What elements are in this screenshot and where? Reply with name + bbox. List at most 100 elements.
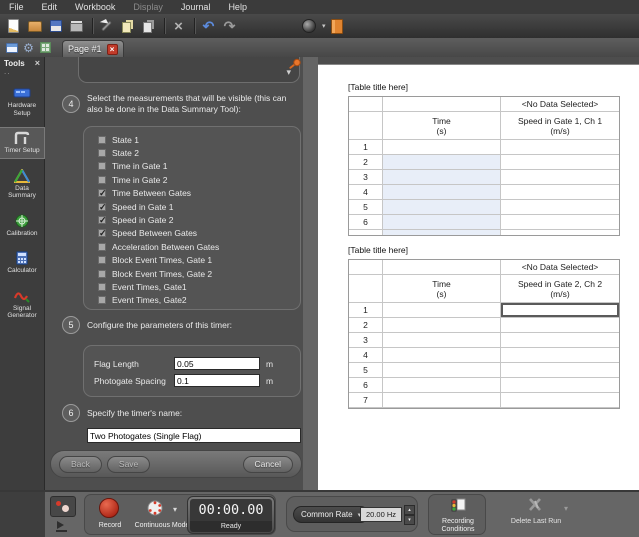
speed-cell[interactable] bbox=[501, 363, 619, 378]
sidebar-item-hardware-setup[interactable]: Hardware Setup bbox=[0, 83, 44, 120]
checkbox-icon[interactable] bbox=[98, 283, 106, 291]
speed-cell[interactable] bbox=[501, 155, 619, 170]
time-cell[interactable] bbox=[383, 140, 501, 155]
sidebar-item-signal-generator[interactable]: Signal Generator bbox=[0, 286, 44, 323]
checkbox-icon[interactable] bbox=[98, 270, 106, 278]
journal-icon[interactable] bbox=[328, 17, 347, 36]
menu-item[interactable]: Edit bbox=[33, 0, 67, 14]
pin-icon[interactable] bbox=[288, 58, 302, 71]
journal-tools-icon[interactable] bbox=[97, 17, 116, 36]
tools-drag-handle[interactable]: .. bbox=[0, 69, 44, 75]
tools-close-icon[interactable]: × bbox=[35, 58, 40, 68]
continuous-mode-icon[interactable] bbox=[147, 500, 163, 516]
tab-close-icon[interactable]: × bbox=[107, 44, 118, 55]
table-1-speed-header[interactable]: Speed in Gate 1, Ch 1(m/s) bbox=[501, 112, 619, 140]
speed-cell[interactable] bbox=[501, 318, 619, 333]
table-2-caption[interactable]: [Table title here] bbox=[348, 245, 620, 255]
checkbox-icon[interactable] bbox=[98, 176, 106, 184]
speed-cell[interactable] bbox=[501, 393, 619, 408]
snapshot-icon[interactable] bbox=[299, 17, 318, 36]
measurement-row[interactable]: Speed in Gate 2 bbox=[98, 213, 300, 226]
table-1-caption[interactable]: [Table title here] bbox=[348, 82, 620, 92]
measurement-row[interactable]: Event Times, Gate2 bbox=[98, 294, 300, 307]
sidebar-item-calibration[interactable]: Calibration bbox=[0, 211, 44, 241]
speed-cell[interactable] bbox=[501, 333, 619, 348]
speed-cell[interactable] bbox=[501, 185, 619, 200]
speed-cell[interactable] bbox=[501, 378, 619, 393]
layout-grid-icon[interactable] bbox=[39, 41, 52, 54]
sidebar-item-data-summary[interactable]: Data Summary bbox=[0, 166, 44, 203]
menu-item[interactable]: Journal bbox=[172, 0, 220, 14]
time-cell[interactable] bbox=[383, 363, 501, 378]
measurement-row[interactable]: Acceleration Between Gates bbox=[98, 240, 300, 253]
snapshot-caret-icon[interactable]: ▾ bbox=[322, 22, 326, 30]
menu-item[interactable]: Workbook bbox=[66, 0, 124, 14]
new-page-icon[interactable] bbox=[5, 41, 18, 54]
menu-item[interactable]: File bbox=[0, 0, 33, 14]
measurement-row[interactable]: Time in Gate 1 bbox=[98, 160, 300, 173]
record-button[interactable] bbox=[99, 498, 119, 518]
checkbox-icon[interactable] bbox=[98, 162, 106, 170]
checkbox-icon[interactable] bbox=[98, 136, 106, 144]
measurement-row[interactable]: Speed in Gate 1 bbox=[98, 200, 300, 213]
menu-item[interactable]: Help bbox=[219, 0, 256, 14]
speed-cell[interactable] bbox=[501, 140, 619, 155]
measurement-row[interactable]: Block Event Times, Gate 1 bbox=[98, 254, 300, 267]
time-cell[interactable] bbox=[383, 318, 501, 333]
open-folder-icon[interactable] bbox=[25, 17, 44, 36]
speed-cell[interactable] bbox=[501, 215, 619, 230]
speed-cell[interactable] bbox=[501, 303, 619, 318]
copy-icon[interactable] bbox=[118, 17, 137, 36]
measurement-row[interactable]: State 1 bbox=[98, 133, 300, 146]
table-2-time-header[interactable]: Time(s) bbox=[383, 275, 501, 303]
sidebar-item-calculator[interactable]: Calculator bbox=[0, 248, 44, 278]
delete-run-caret-icon[interactable]: ▾ bbox=[564, 504, 568, 513]
undo-icon[interactable]: ↶ bbox=[199, 17, 218, 36]
table-1-time-header[interactable]: Time(s) bbox=[383, 112, 501, 140]
paste-icon[interactable] bbox=[139, 17, 158, 36]
time-cell[interactable] bbox=[383, 378, 501, 393]
mode-caret-icon[interactable]: ▾ bbox=[173, 505, 177, 514]
checkbox-icon[interactable] bbox=[98, 229, 106, 237]
checkbox-icon[interactable] bbox=[98, 256, 106, 264]
gear-icon[interactable]: ⚙ bbox=[22, 41, 35, 54]
print-icon[interactable] bbox=[67, 17, 86, 36]
rate-selector-button[interactable]: Common Rate ▾ bbox=[293, 506, 369, 523]
table-2-speed-header[interactable]: Speed in Gate 2, Ch 2(m/s) bbox=[501, 275, 619, 303]
menu-item[interactable]: Display bbox=[124, 0, 172, 14]
sidebar-item-timer-setup[interactable]: Timer Setup bbox=[0, 128, 44, 158]
new-document-icon[interactable] bbox=[4, 17, 23, 36]
measurement-row[interactable]: State 2 bbox=[98, 146, 300, 159]
time-cell[interactable] bbox=[383, 185, 501, 200]
rate-stepper[interactable]: ▴▾ bbox=[404, 505, 415, 524]
measurement-row[interactable]: Time Between Gates bbox=[98, 187, 300, 200]
measurement-row[interactable]: Time in Gate 2 bbox=[98, 173, 300, 186]
time-cell[interactable] bbox=[383, 333, 501, 348]
checkbox-icon[interactable] bbox=[98, 243, 106, 251]
cancel-button[interactable]: Cancel bbox=[243, 456, 293, 473]
flag-length-input[interactable] bbox=[174, 357, 260, 370]
run-marker-icon[interactable] bbox=[56, 521, 70, 533]
checkbox-icon[interactable] bbox=[98, 189, 106, 197]
checkbox-icon[interactable] bbox=[98, 149, 106, 157]
delete-icon[interactable]: × bbox=[169, 17, 188, 36]
speed-cell[interactable] bbox=[501, 170, 619, 185]
checkbox-icon[interactable] bbox=[98, 203, 106, 211]
save-button[interactable]: Save bbox=[107, 456, 150, 473]
timer-name-input[interactable] bbox=[87, 428, 301, 443]
rate-value-field[interactable]: 20.00 Hz bbox=[360, 507, 402, 522]
measurement-row[interactable]: Speed Between Gates bbox=[98, 227, 300, 240]
speed-cell[interactable] bbox=[501, 200, 619, 215]
checkbox-icon[interactable] bbox=[98, 296, 106, 304]
photogate-spacing-input[interactable] bbox=[174, 374, 260, 387]
table-1-no-data-header[interactable]: <No Data Selected> bbox=[501, 97, 619, 112]
back-button[interactable]: Back bbox=[59, 456, 102, 473]
time-cell[interactable] bbox=[383, 200, 501, 215]
table-2-no-data-header[interactable]: <No Data Selected> bbox=[501, 260, 619, 275]
time-cell[interactable] bbox=[383, 215, 501, 230]
measurement-row[interactable]: Event Times, Gate1 bbox=[98, 280, 300, 293]
save-icon[interactable] bbox=[46, 17, 65, 36]
tab-page-1[interactable]: Page #1 × bbox=[62, 40, 124, 57]
speed-cell[interactable] bbox=[501, 348, 619, 363]
time-cell[interactable] bbox=[383, 303, 501, 318]
